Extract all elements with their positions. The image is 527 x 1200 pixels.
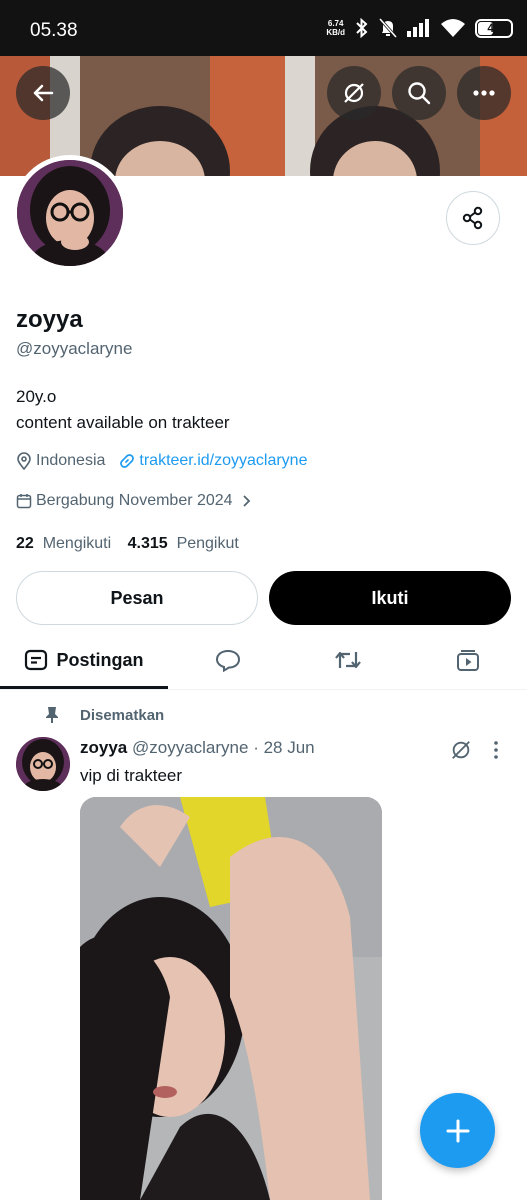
more-options-button[interactable] (457, 66, 511, 120)
status-bar: 05.38 6.74 KB/d 46 (0, 0, 527, 56)
more-icon (473, 90, 495, 96)
tab-replies[interactable] (168, 630, 288, 690)
follow-button[interactable]: Ikuti (269, 571, 511, 625)
wifi-icon (441, 19, 465, 37)
back-button[interactable] (16, 66, 70, 120)
bio-line: 20y.o (16, 387, 57, 406)
profile-meta: Indonesia trakteer.id/zoyyaclaryne (16, 452, 307, 470)
post-avatar-image (16, 737, 70, 791)
following-stat[interactable]: 22 Mengikuti (16, 535, 111, 552)
calendar-icon (16, 493, 32, 509)
tab-reposts[interactable] (288, 630, 408, 690)
post-date[interactable]: 28 Jun (264, 738, 315, 757)
tab-posts[interactable]: Postingan (0, 630, 168, 690)
profile-link[interactable]: trakteer.id/zoyyaclaryne (139, 452, 307, 470)
plus-icon (446, 1119, 469, 1142)
post-media-image (80, 797, 382, 1200)
share-icon (462, 206, 483, 230)
post-media[interactable] (80, 797, 382, 1200)
battery-level: 46 (487, 21, 501, 35)
profile-stats: 22 Mengikuti 4.315 Pengikut (16, 535, 239, 553)
followers-stat[interactable]: 4.315 Pengikut (128, 535, 239, 552)
pinned-indicator: Disematkan (44, 706, 164, 724)
followers-count: 4.315 (127, 535, 168, 552)
vertical-more-icon (494, 741, 498, 759)
post-separator: · (253, 738, 259, 757)
post-text: vip di trakteer (80, 766, 183, 785)
active-tab-indicator (0, 686, 168, 689)
signal-icon (407, 19, 429, 37)
replies-icon (215, 649, 241, 672)
net-speed-unit: KB/d (326, 28, 345, 37)
grok-icon (344, 83, 364, 103)
followers-label: Pengikut (176, 535, 239, 552)
profile-avatar[interactable] (12, 155, 128, 271)
grok-icon (452, 741, 470, 759)
profile-joined-row[interactable]: Bergabung November 2024 (16, 492, 255, 510)
avatar-image (17, 160, 123, 266)
post-handle[interactable]: @zoyyaclaryne (132, 738, 248, 757)
compose-button[interactable] (420, 1093, 495, 1168)
back-arrow-icon (33, 84, 54, 102)
post-header: zoyya @zoyyaclaryne · 28 Jun (80, 738, 315, 758)
posts-icon (25, 649, 48, 671)
profile-name: zoyya (16, 306, 83, 333)
battery-icon: 46 (475, 18, 513, 38)
message-button[interactable]: Pesan (16, 571, 258, 625)
following-label: Mengikuti (42, 535, 112, 552)
link-icon (119, 453, 135, 469)
status-icons: 6.74 KB/d 46 (326, 18, 513, 38)
tab-posts-label: Postingan (56, 649, 144, 670)
chevron-right-icon (241, 494, 251, 508)
location-icon (16, 452, 32, 470)
pinned-label: Disematkan (80, 706, 165, 724)
search-button[interactable] (392, 66, 446, 120)
status-time: 05.38 (30, 20, 78, 41)
bio-line: content available on trakteer (16, 413, 230, 432)
profile-joined: Bergabung November 2024 (36, 492, 233, 509)
media-icon (456, 650, 479, 671)
profile-location: Indonesia (36, 452, 106, 469)
post-author[interactable]: zoyya (80, 738, 127, 757)
tab-media[interactable] (408, 630, 527, 690)
profile-handle: @zoyyaclaryne (16, 339, 133, 358)
post-grok-button[interactable] (450, 739, 472, 766)
profile-tabs: Postingan (0, 630, 527, 690)
net-speed: 6.74 KB/d (326, 19, 345, 37)
post-avatar[interactable] (16, 737, 70, 791)
grok-button[interactable] (327, 66, 381, 120)
net-speed-value: 6.74 (327, 19, 344, 28)
bluetooth-icon (356, 18, 368, 38)
reposts-icon (335, 651, 361, 669)
mute-bell-icon (379, 18, 397, 38)
profile-bio: 20y.o content available on trakteer (16, 384, 230, 436)
post-more-button[interactable] (492, 739, 500, 766)
pin-icon (46, 707, 58, 723)
following-count: 22 (16, 535, 34, 552)
search-icon (408, 82, 431, 105)
share-button[interactable] (446, 191, 500, 245)
